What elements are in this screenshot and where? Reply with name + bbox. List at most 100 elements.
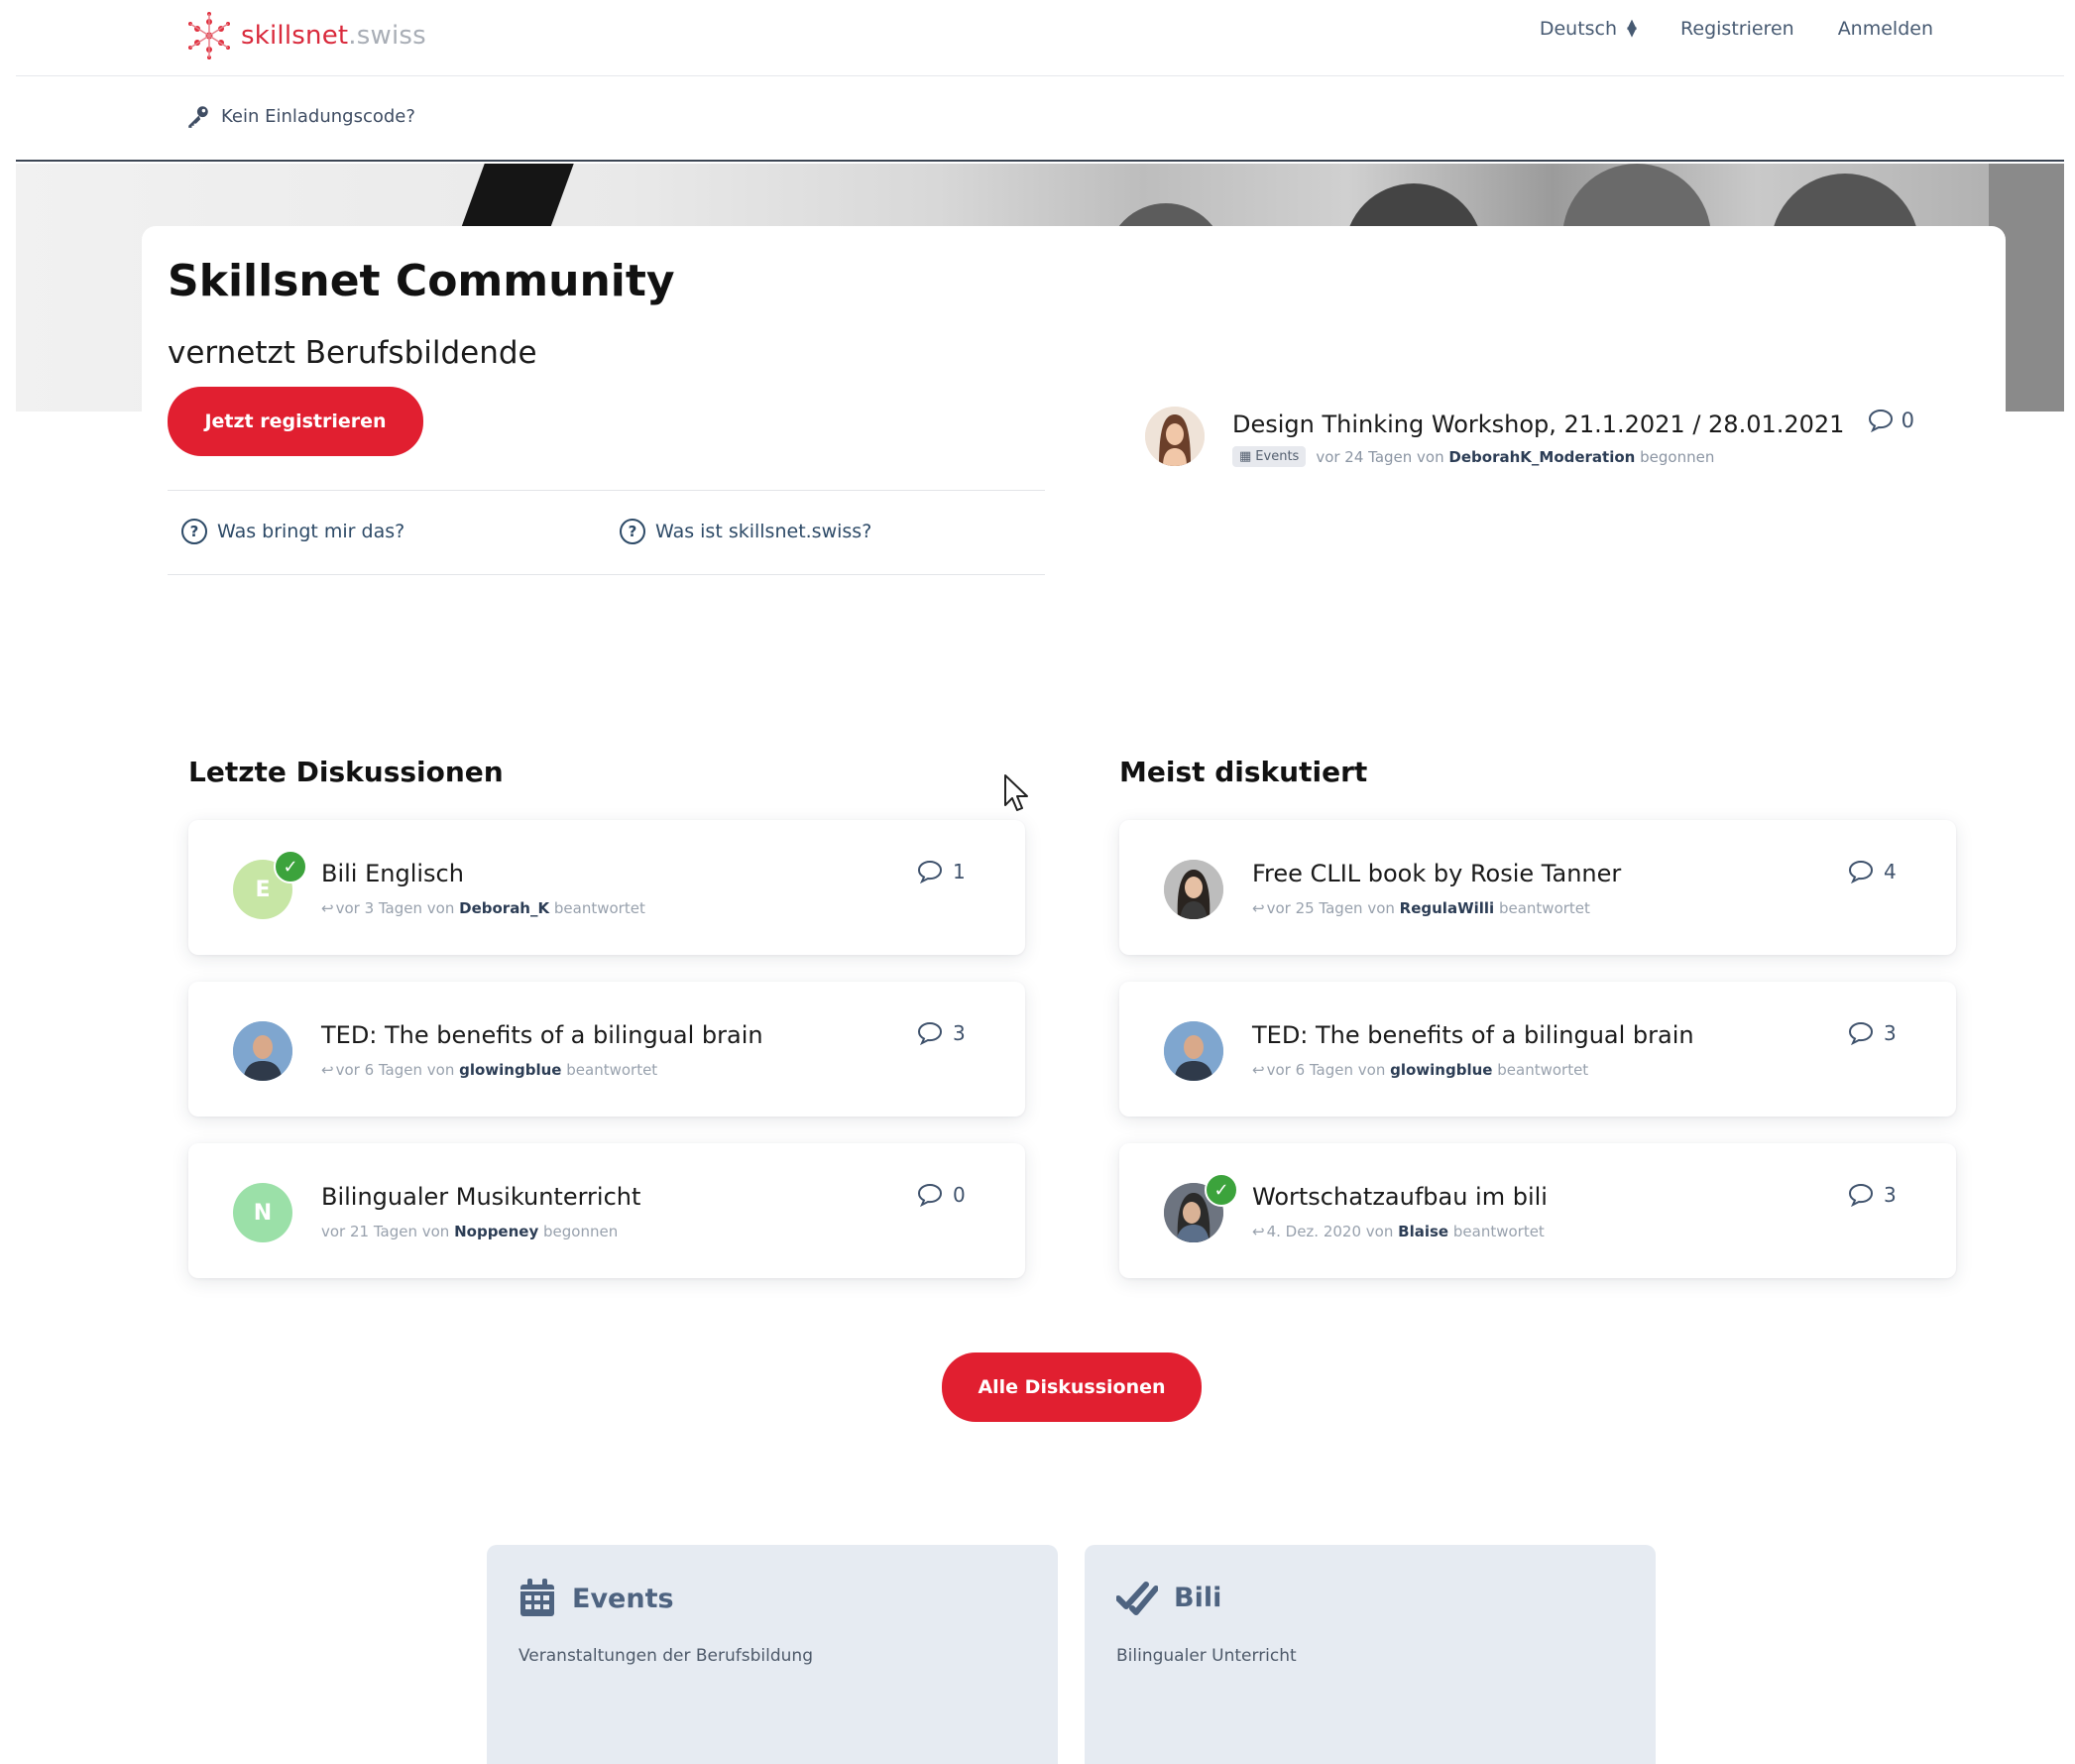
user-avatar [1145, 407, 1205, 466]
reply-icon: ↩ [1252, 1223, 1265, 1240]
reply-count: 0 [917, 1183, 966, 1207]
reply-icon: ↩ [321, 1061, 334, 1079]
featured-discussion[interactable]: Design Thinking Workshop, 21.1.2021 / 28… [1145, 407, 1928, 476]
count-value: 3 [1884, 1183, 1897, 1207]
discussion-card[interactable]: E ✓ Bili Englisch ↩ vor 3 Tagen von Debor… [188, 820, 1025, 955]
about-label: Was ist skillsnet.swiss? [655, 521, 872, 542]
discussion-card[interactable]: ✓ Wortschatzaufbau im bili ↩ 4. Dez. 2020… [1119, 1143, 1956, 1278]
discussion-meta: vor 21 Tagen von Noppeney begonnen [321, 1223, 618, 1240]
comment-icon [1848, 1021, 1874, 1045]
comment-icon [917, 860, 943, 883]
count-value: 0 [953, 1183, 966, 1207]
question-circle-icon: ? [181, 519, 207, 544]
meta-action: beantwortet [1498, 899, 1590, 917]
count-value: 1 [953, 860, 966, 883]
user-avatar [1164, 1021, 1223, 1081]
meta-action: beantwortet [566, 1061, 658, 1079]
invite-code-link[interactable]: Kein Einladungscode? [185, 103, 415, 129]
tag-tile-bili[interactable]: Bili Bilingualer Unterricht [1085, 1545, 1656, 1764]
user-avatar: N [233, 1183, 292, 1242]
events-tag[interactable]: ▦ Events [1232, 446, 1307, 467]
tile-title-label: Events [572, 1583, 674, 1614]
question-circle-icon: ? [620, 519, 645, 544]
discussion-meta: ↩ vor 3 Tagen von Deborah_K beantwortet [321, 899, 645, 917]
meta-action: beantwortet [553, 899, 645, 917]
comment-icon [917, 1021, 943, 1045]
key-icon [188, 106, 208, 128]
meta-user[interactable]: Blaise [1398, 1223, 1448, 1240]
tag-label: Events [1255, 449, 1300, 464]
register-now-button[interactable]: Jetzt registrieren [168, 387, 423, 456]
tile-title: Events [519, 1579, 674, 1618]
register-link[interactable]: Registrieren [1680, 18, 1794, 40]
discussion-meta: ↩ vor 6 Tagen von glowingblue beantwortet [321, 1061, 657, 1079]
language-select[interactable]: Deutsch ▲ ▼ [1540, 18, 1637, 40]
discussion-title[interactable]: Free CLIL book by Rosie Tanner [1252, 860, 1621, 887]
discussion-title[interactable]: TED: The benefits of a bilingual brain [321, 1021, 763, 1049]
about-link[interactable]: ? Was ist skillsnet.swiss? [620, 519, 871, 544]
meta-user[interactable]: Deborah_K [459, 899, 549, 917]
check-badge-icon: ✓ [1205, 1173, 1238, 1207]
tile-description: Veranstaltungen der Berufsbildung [519, 1646, 813, 1666]
meta-time: vor 6 Tagen von [1266, 1061, 1386, 1079]
info-links: ? Was bringt mir das? ? Was ist skillsne… [168, 490, 1045, 575]
discussion-title[interactable]: Design Thinking Workshop, 21.1.2021 / 28… [1232, 411, 1844, 438]
tile-description: Bilingualer Unterricht [1116, 1646, 1297, 1666]
count-value: 0 [1901, 409, 1914, 432]
discussion-card[interactable]: TED: The benefits of a bilingual brain ↩… [1119, 982, 1956, 1117]
latest-discussions-heading: Letzte Diskussionen [188, 756, 504, 788]
all-discussions-button[interactable]: Alle Diskussionen [942, 1352, 1202, 1422]
site-logo[interactable]: skillsnet.swiss [185, 10, 426, 61]
avatar-initial: E [255, 877, 271, 902]
sub-navbar: Kein Einladungscode? [16, 76, 2064, 162]
user-avatar [1164, 860, 1223, 919]
language-label: Deutsch [1539, 18, 1618, 40]
reply-count: 0 [1868, 409, 1914, 432]
comment-icon [1868, 409, 1893, 432]
discussion-card[interactable]: TED: The benefits of a bilingual brain ↩… [188, 982, 1025, 1117]
meta-user[interactable]: glowingblue [459, 1061, 561, 1079]
reply-icon: ↩ [1252, 1061, 1265, 1079]
meta-action: begonnen [1640, 447, 1715, 466]
discussion-card[interactable]: Free CLIL book by Rosie Tanner ↩ vor 25 T… [1119, 820, 1956, 955]
discussion-meta: ↩ vor 6 Tagen von glowingblue beantwortet [1252, 1061, 1588, 1079]
invite-code-label: Kein Einladungscode? [221, 105, 415, 127]
discussion-title[interactable]: TED: The benefits of a bilingual brain [1252, 1021, 1694, 1049]
calendar-icon [520, 1579, 554, 1616]
tile-title-label: Bili [1174, 1582, 1222, 1613]
user-avatar [233, 1021, 292, 1081]
discussion-title[interactable]: Wortschatzaufbau im bili [1252, 1183, 1548, 1211]
meta-user[interactable]: Noppeney [454, 1223, 538, 1240]
benefits-link[interactable]: ? Was bringt mir das? [181, 519, 404, 544]
meta-user[interactable]: glowingblue [1390, 1061, 1492, 1079]
reply-count: 3 [1848, 1183, 1897, 1207]
meta-time: vor 3 Tagen von [335, 899, 455, 917]
benefits-label: Was bringt mir das? [217, 521, 405, 542]
discussion-card[interactable]: N Bilingualer Musikunterricht vor 21 Tag… [188, 1143, 1025, 1278]
login-link[interactable]: Anmelden [1838, 18, 1933, 40]
header-nav: Deutsch ▲ ▼ Registrieren Anmelden [1540, 18, 1933, 40]
meta-user[interactable]: RegulaWilli [1400, 899, 1495, 917]
meta-time: vor 6 Tagen von [335, 1061, 455, 1079]
mouse-cursor-icon [1004, 774, 1028, 811]
reply-count: 3 [917, 1021, 966, 1045]
check-badge-icon: ✓ [274, 850, 307, 883]
meta-user[interactable]: DeborahK_Moderation [1448, 448, 1635, 466]
logo-name: skillsnet [241, 21, 349, 51]
reply-count: 4 [1848, 860, 1897, 883]
discussion-title[interactable]: Bilingualer Musikunterricht [321, 1183, 640, 1211]
discussion-title[interactable]: Bili Englisch [321, 860, 464, 887]
tag-tile-events[interactable]: Events Veranstaltungen der Berufsbildung [487, 1545, 1058, 1764]
meta-action: begonnen [543, 1223, 619, 1240]
meta-time: vor 24 Tagen von [1316, 447, 1444, 466]
tile-title: Bili [1116, 1579, 1221, 1616]
avatar-initial: N [253, 1200, 273, 1226]
meta-action: beantwortet [1497, 1061, 1589, 1079]
count-value: 4 [1884, 860, 1897, 883]
reply-icon: ↩ [1252, 899, 1265, 917]
reply-icon: ↩ [321, 899, 334, 917]
double-check-icon [1116, 1582, 1158, 1615]
meta-time: vor 25 Tagen von [1266, 899, 1395, 917]
top-navbar: skillsnet.swiss Deutsch ▲ ▼ Registrieren … [16, 0, 2064, 76]
logo-tld: .swiss [348, 21, 426, 51]
